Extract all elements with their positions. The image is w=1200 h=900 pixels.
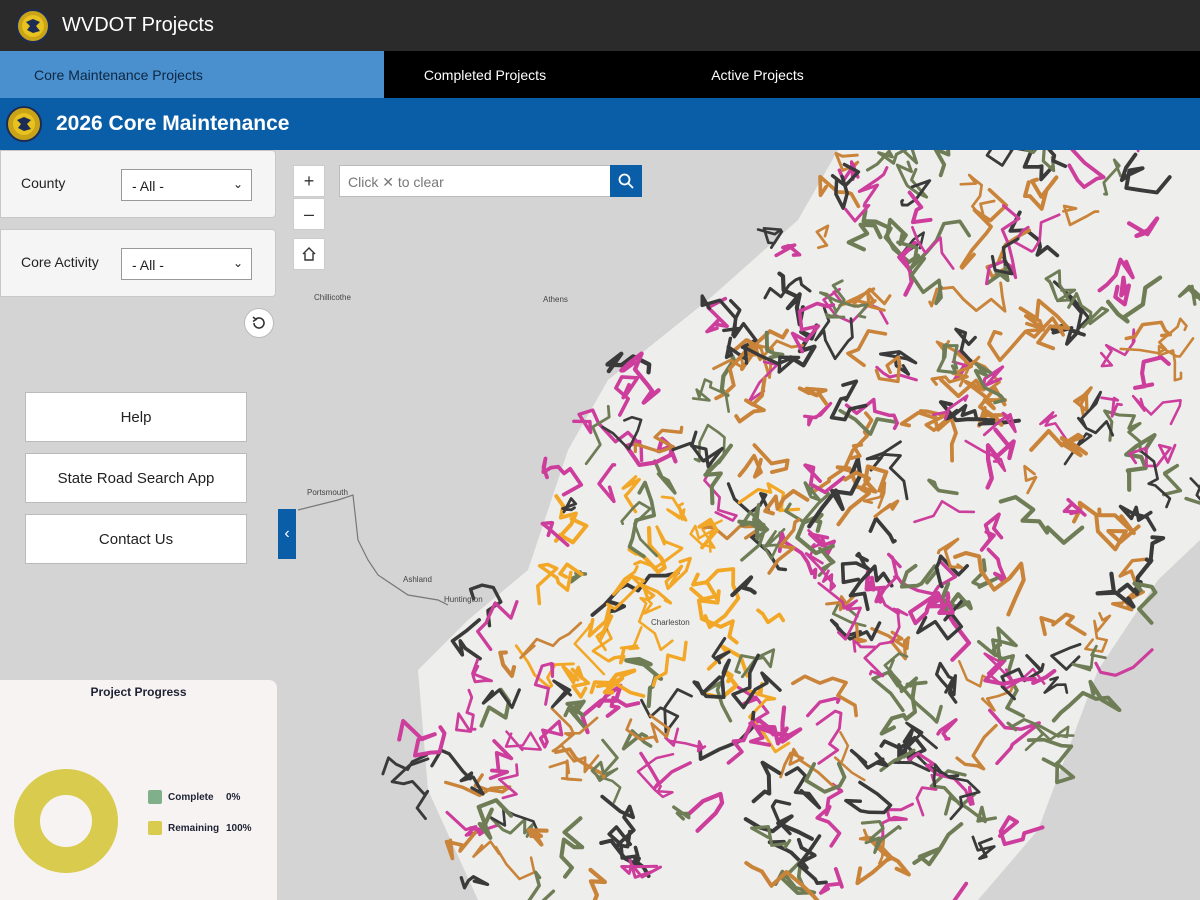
page-title: 2026 Core Maintenance bbox=[56, 112, 290, 135]
refresh-icon bbox=[252, 316, 265, 329]
complete-label: Complete bbox=[168, 791, 214, 803]
nav-tabs: Core Maintenance Projects Completed Proj… bbox=[0, 51, 1200, 98]
place-label: Charleston bbox=[651, 618, 690, 627]
activity-label: Core Activity bbox=[21, 254, 99, 270]
wvdot-logo-icon bbox=[16, 8, 50, 43]
remaining-slice bbox=[14, 769, 118, 873]
home-icon bbox=[302, 247, 316, 261]
help-button[interactable]: Help bbox=[25, 392, 247, 442]
legend-complete: Complete 0% bbox=[148, 790, 240, 804]
place-label: Ashland bbox=[403, 575, 432, 584]
app-title: WVDOT Projects bbox=[62, 14, 214, 36]
county-label: County bbox=[21, 175, 66, 191]
place-label: Athens bbox=[543, 295, 568, 304]
place-label: Portsmouth bbox=[307, 488, 348, 497]
zoom-in-button[interactable]: + bbox=[293, 165, 325, 197]
remaining-swatch bbox=[148, 821, 162, 835]
reset-filters-button[interactable] bbox=[244, 308, 274, 338]
river bbox=[297, 494, 449, 606]
tab-core-maintenance[interactable]: Core Maintenance Projects bbox=[0, 51, 384, 98]
remaining-percent: 100% bbox=[226, 822, 252, 834]
chevron-down-icon: ⌄ bbox=[232, 177, 243, 191]
place-label: Chillicothe bbox=[314, 293, 351, 302]
contact-us-button[interactable]: Contact Us bbox=[25, 514, 247, 564]
progress-donut-chart bbox=[14, 769, 118, 873]
complete-swatch bbox=[148, 790, 162, 804]
remaining-label: Remaining bbox=[168, 822, 220, 834]
place-label: Huntington bbox=[444, 595, 483, 604]
map-search-input[interactable]: Click ✕ to clear bbox=[339, 165, 611, 197]
collapse-sidebar-button[interactable]: ‹ bbox=[278, 509, 296, 559]
tab-active-projects[interactable]: Active Projects bbox=[586, 51, 929, 98]
chevron-left-icon: ‹ bbox=[284, 525, 290, 542]
page-banner: 2026 Core Maintenance bbox=[0, 98, 1200, 150]
top-bar: WVDOT Projects bbox=[0, 0, 1200, 51]
search-button[interactable] bbox=[610, 165, 642, 197]
project-progress-panel: Project Progress Complete 0% Remaining 1… bbox=[0, 680, 277, 900]
progress-title: Project Progress bbox=[90, 685, 187, 699]
activity-select-value: - All - bbox=[132, 257, 164, 273]
home-button[interactable] bbox=[293, 238, 325, 270]
activity-filter: Core Activity - All - ⌄ bbox=[0, 229, 276, 297]
legend-remaining: Remaining 100% bbox=[148, 821, 252, 835]
county-select[interactable]: - All - ⌄ bbox=[121, 169, 252, 201]
tab-completed-projects[interactable]: Completed Projects bbox=[384, 51, 586, 98]
zoom-out-button[interactable]: – bbox=[293, 198, 325, 230]
chevron-down-icon: ⌄ bbox=[232, 256, 243, 270]
complete-percent: 0% bbox=[226, 791, 241, 803]
search-icon bbox=[618, 173, 634, 189]
activity-select[interactable]: - All - ⌄ bbox=[121, 248, 252, 280]
county-select-value: - All - bbox=[132, 178, 164, 194]
road-network-layer bbox=[297, 150, 1200, 900]
map-view[interactable]: + – Click ✕ to clear Chillicothe Athens … bbox=[278, 150, 1200, 900]
wvdot-logo-icon bbox=[6, 106, 42, 142]
county-filter: County - All - ⌄ bbox=[0, 150, 276, 218]
state-road-search-button[interactable]: State Road Search App bbox=[25, 453, 247, 503]
